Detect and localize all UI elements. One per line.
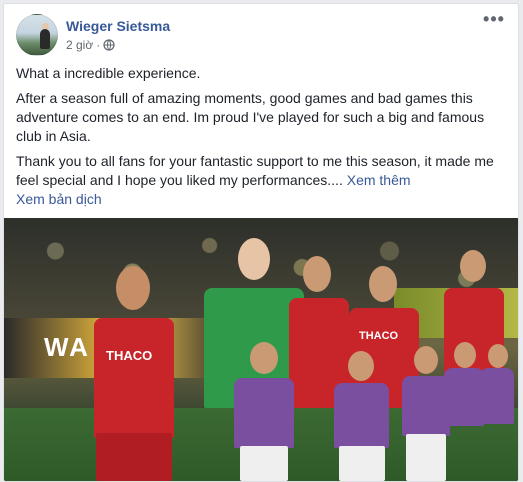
post-card: Wieger Sietsma 2 giờ · ••• What a incred… (3, 3, 519, 482)
see-more-link[interactable]: Xem thêm (347, 172, 411, 188)
mascot-child-figure (334, 351, 389, 448)
meta-separator: · (96, 38, 101, 52)
post-body: What a incredible experience. After a se… (16, 64, 506, 196)
child-head (348, 351, 374, 381)
photo-board-text: WA (44, 332, 90, 362)
post-photo[interactable]: WA THACO THACO (4, 218, 518, 481)
child-head (488, 344, 508, 368)
jersey-sponsor-text: THACO (106, 348, 153, 363)
mascot-child-figure (444, 342, 484, 426)
globe-icon[interactable] (103, 39, 115, 51)
post-meta: 2 giờ · (66, 38, 115, 52)
goalkeeper-head (238, 238, 270, 280)
avatar[interactable] (16, 14, 58, 56)
player-head (116, 266, 150, 310)
author-name[interactable]: Wieger Sietsma (66, 18, 170, 34)
mascot-child-shorts (339, 446, 385, 481)
player-head (460, 250, 486, 282)
post-text-line-3: Thank you to all fans for your fantastic… (16, 152, 506, 190)
player-head (303, 256, 331, 292)
post-time[interactable]: 2 giờ (66, 38, 93, 52)
avatar-body (40, 29, 50, 49)
player-head (369, 266, 397, 302)
mascot-child-shorts (406, 434, 446, 481)
player-figure: THACO (94, 266, 174, 438)
post-text-line-3-text: Thank you to all fans for your fantastic… (16, 153, 494, 188)
more-dots-icon[interactable]: ••• (482, 10, 506, 32)
see-translation-link[interactable]: Xem bản dịch (16, 191, 102, 207)
child-head (454, 342, 476, 368)
post-header: Wieger Sietsma 2 giờ · ••• (16, 10, 506, 56)
child-head (414, 346, 438, 374)
player-shorts (96, 433, 172, 481)
mascot-child-figure (234, 342, 294, 448)
mascot-child-figure (480, 344, 514, 424)
post-text-line-1: What a incredible experience. (16, 65, 201, 81)
post-text-line-2: After a season full of amazing moments, … (16, 90, 485, 144)
jersey-sponsor-text: THACO (359, 330, 399, 342)
mascot-child-shorts (240, 446, 288, 481)
mascot-child-figure (402, 346, 450, 436)
child-head (250, 342, 278, 374)
